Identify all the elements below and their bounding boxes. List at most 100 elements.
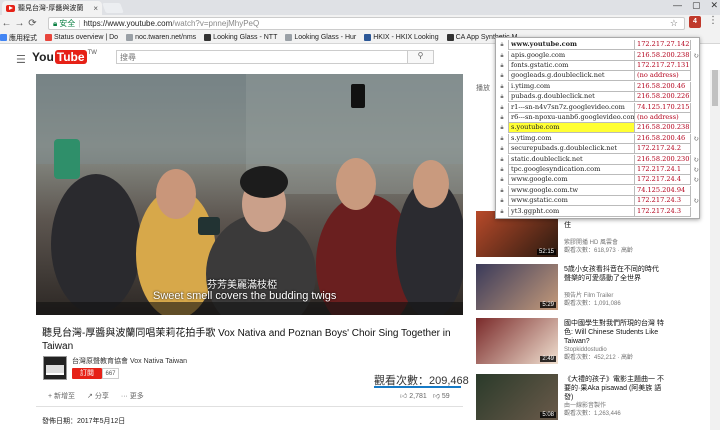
like-button[interactable]: 👍︎ 2,781 — [400, 391, 427, 400]
forward-icon[interactable]: → — [13, 18, 26, 29]
dns-domain: securepubads.g.doubleclick.net — [508, 144, 635, 155]
close-window-icon[interactable]: ✕ — [710, 0, 718, 11]
maximize-icon[interactable]: ▢ — [692, 0, 701, 11]
video-title: 聽見台灣-厚醬與波蘭同唱茉莉花拍手歌 Vox Nativa and Poznan… — [42, 328, 451, 352]
tab-title: 聽見台灣-厚醬與波蘭 — [18, 5, 84, 12]
video-actions: + 新增至 ↗ 分享 ··· 更多 — [48, 391, 144, 401]
padlock-icon: 🔒︎ — [500, 134, 504, 142]
dns-row: 🔒︎ www.google.com 172.217.24.4 ↻ — [496, 175, 701, 186]
refresh-icon: ↻ — [693, 155, 699, 164]
channel-name[interactable]: 台灣原聲教育協會 Vox Nativa Taiwan — [72, 356, 187, 366]
dns-ip: (no address) — [635, 112, 691, 123]
youtube-favicon-icon — [6, 4, 15, 12]
search-button[interactable]: ⚲ — [408, 50, 434, 64]
dns-ip: 172.217.24.3 — [635, 206, 691, 217]
bookmark-favicon-icon — [126, 34, 134, 41]
related-video-thumbnail[interactable]: 2:49 — [476, 318, 558, 364]
dns-ip: 216.58.200.46 — [635, 133, 691, 144]
bookmark-item[interactable]: Looking Glass - NTT — [204, 34, 277, 41]
dns-domain: tpc.googlesyndication.com — [508, 164, 635, 175]
dns-domain: s.ytimg.com — [508, 133, 635, 144]
related-video-thumbnail[interactable]: 5:29 — [476, 264, 558, 310]
tab-close-icon[interactable]: × — [93, 4, 98, 13]
secure-label: 安全 — [59, 19, 76, 28]
address-toolbar: ← → ⟳ 🔒︎ 安全 | https://www.youtube.com/wa… — [0, 15, 720, 32]
refresh-icon: ↻ — [693, 134, 699, 143]
related-video-item[interactable]: 5:08 《大禮的孩子》電影主題曲一 不要的·果Aka pisawad (阿美族 … — [476, 374, 716, 422]
bookmark-item[interactable]: HKIX - HKIX Looking — [364, 34, 439, 41]
minimize-icon[interactable]: — — [673, 0, 682, 11]
bookmark-star-icon[interactable]: ☆ — [670, 18, 678, 29]
related-video-title[interactable]: 《大禮的孩子》電影主題曲一 不要的·果Aka pisawad (阿美族 語發) — [564, 375, 664, 402]
dns-ip: 216.58.200.230 — [635, 154, 691, 165]
subtitle-english: Sweet smell covers the budding twigs — [153, 290, 337, 302]
youtube-logo[interactable]: You Tube TW — [32, 50, 97, 64]
bookmark-favicon-icon — [364, 34, 372, 41]
dislike-button[interactable]: 👎︎ 59 — [433, 391, 450, 400]
dns-row: 🔒︎ apis.google.com 216.58.200.238 ↻ — [496, 50, 701, 61]
bookmark-favicon-icon — [446, 34, 454, 41]
padlock-icon: 🔒︎ — [500, 61, 504, 69]
bookmark-item[interactable]: Status overview | Do — [45, 34, 118, 41]
page-scrollbar[interactable] — [710, 70, 720, 430]
video-duration: 52:15 — [536, 249, 556, 255]
related-video-title[interactable]: 國中國學生對我們所現的台灣 特色: Will Chinese Students … — [564, 319, 664, 346]
page-scrollbar-thumb[interactable] — [712, 70, 718, 106]
dns-ip: 172.217.24.3 — [635, 196, 691, 207]
padlock-icon: 🔒︎ — [500, 197, 504, 205]
channel-avatar[interactable] — [43, 356, 67, 380]
bookmark-item[interactable]: Looking Glass - Hur — [285, 34, 356, 41]
related-video-views: 觀看次數：1,091,086 — [564, 301, 621, 307]
browser-tab[interactable]: 聽見台灣-厚醬與波蘭 × — [2, 1, 102, 15]
bookmark-favicon-icon — [204, 34, 212, 41]
padlock-icon: 🔒︎ — [500, 72, 504, 80]
dns-ip: 172.217.27.142 — [635, 40, 691, 51]
hamburger-menu-icon[interactable]: ☰ — [16, 53, 26, 66]
dns-domain: apis.google.com — [508, 50, 635, 61]
dns-domain: www.gstatic.com — [508, 196, 635, 207]
related-video-item[interactable]: 2:49 國中國學生對我們所現的台灣 特色: Will Chinese Stude… — [476, 318, 716, 366]
ip-info-popup: 🔒︎ www.youtube.com 172.217.27.142 🔒︎ apis.go… — [495, 37, 700, 219]
video-player[interactable]: 芬芳美麗滿枝椏 Sweet smell covers the budding t… — [36, 74, 463, 315]
padlock-icon: 🔒︎ — [500, 82, 504, 90]
bookmark-favicon-icon — [45, 34, 52, 41]
reload-icon[interactable]: ⟳ — [26, 18, 39, 29]
subtitle-chinese: 芬芳美麗滿枝椏 — [207, 280, 277, 291]
related-video-channel: 紫膠開播 HD 風雲會 — [564, 240, 619, 246]
add-to-button[interactable]: + 新增至 — [48, 391, 75, 401]
bookmark-item[interactable]: 應用程式 — [0, 33, 37, 43]
url-path: /watch?v=pnnejMhyPeQ — [172, 19, 260, 28]
dns-row: 🔒︎ i.ytimg.com 216.58.200.46 — [496, 81, 701, 92]
dns-ip: 172.217.24.2 — [635, 144, 691, 155]
back-icon[interactable]: ← — [0, 18, 13, 29]
share-button[interactable]: ↗ 分享 — [87, 391, 109, 401]
dns-row: 🔒︎ yt3.ggpht.com 172.217.24.3 — [496, 206, 701, 217]
dns-ip: 74.125.170.215 — [635, 102, 691, 113]
extension-badge-icon[interactable]: 4 — [689, 16, 701, 28]
dns-ip: (no address) — [635, 71, 691, 82]
url-host: https://www.youtube.com — [83, 19, 173, 28]
related-video-item[interactable]: 5:29 5歲小女孩看抖音在不同的時代 聲樂的可愛感動了全世界 預告片 Film T… — [476, 264, 716, 312]
new-tab-button[interactable] — [102, 3, 124, 13]
subscriber-count: 667 — [102, 368, 119, 379]
more-button[interactable]: ··· 更多 — [121, 391, 144, 401]
padlock-icon: 🔒︎ — [500, 155, 504, 163]
browser-menu-icon[interactable]: ⋮ — [708, 15, 718, 26]
dns-domain: r6---sn-npoxu-uanb6.googlevideo.com — [508, 112, 635, 123]
dns-row: 🔒︎ s.youtube.com 216.58.200.238 — [496, 123, 701, 134]
thumbs-down-icon: 👎︎ — [432, 393, 440, 400]
refresh-icon: ↻ — [693, 176, 699, 185]
bookmark-item[interactable]: noc.twaren.net/nms — [126, 34, 196, 41]
subscribe-button[interactable]: 訂閱 — [72, 368, 102, 379]
search-input[interactable]: 搜尋 — [116, 50, 408, 64]
omnibox[interactable]: 🔒︎ 安全 | https://www.youtube.com/watch?v=… — [48, 17, 685, 30]
dns-ip: 216.58.200.226 — [635, 92, 691, 103]
thumbs-up-icon: 👍︎ — [400, 393, 408, 400]
dns-ip: 172.217.24.4 — [635, 175, 691, 186]
bookmark-favicon-icon — [0, 34, 7, 41]
padlock-icon: 🔒︎ — [500, 124, 504, 132]
divider — [36, 406, 463, 407]
browser-tab-bar: 聽見台灣-厚醬與波蘭 × — ▢ ✕ — [0, 0, 720, 15]
related-video-thumbnail[interactable]: 5:08 — [476, 374, 558, 420]
related-video-title[interactable]: 5歲小女孩看抖音在不同的時代 聲樂的可愛感動了全世界 — [564, 265, 664, 283]
